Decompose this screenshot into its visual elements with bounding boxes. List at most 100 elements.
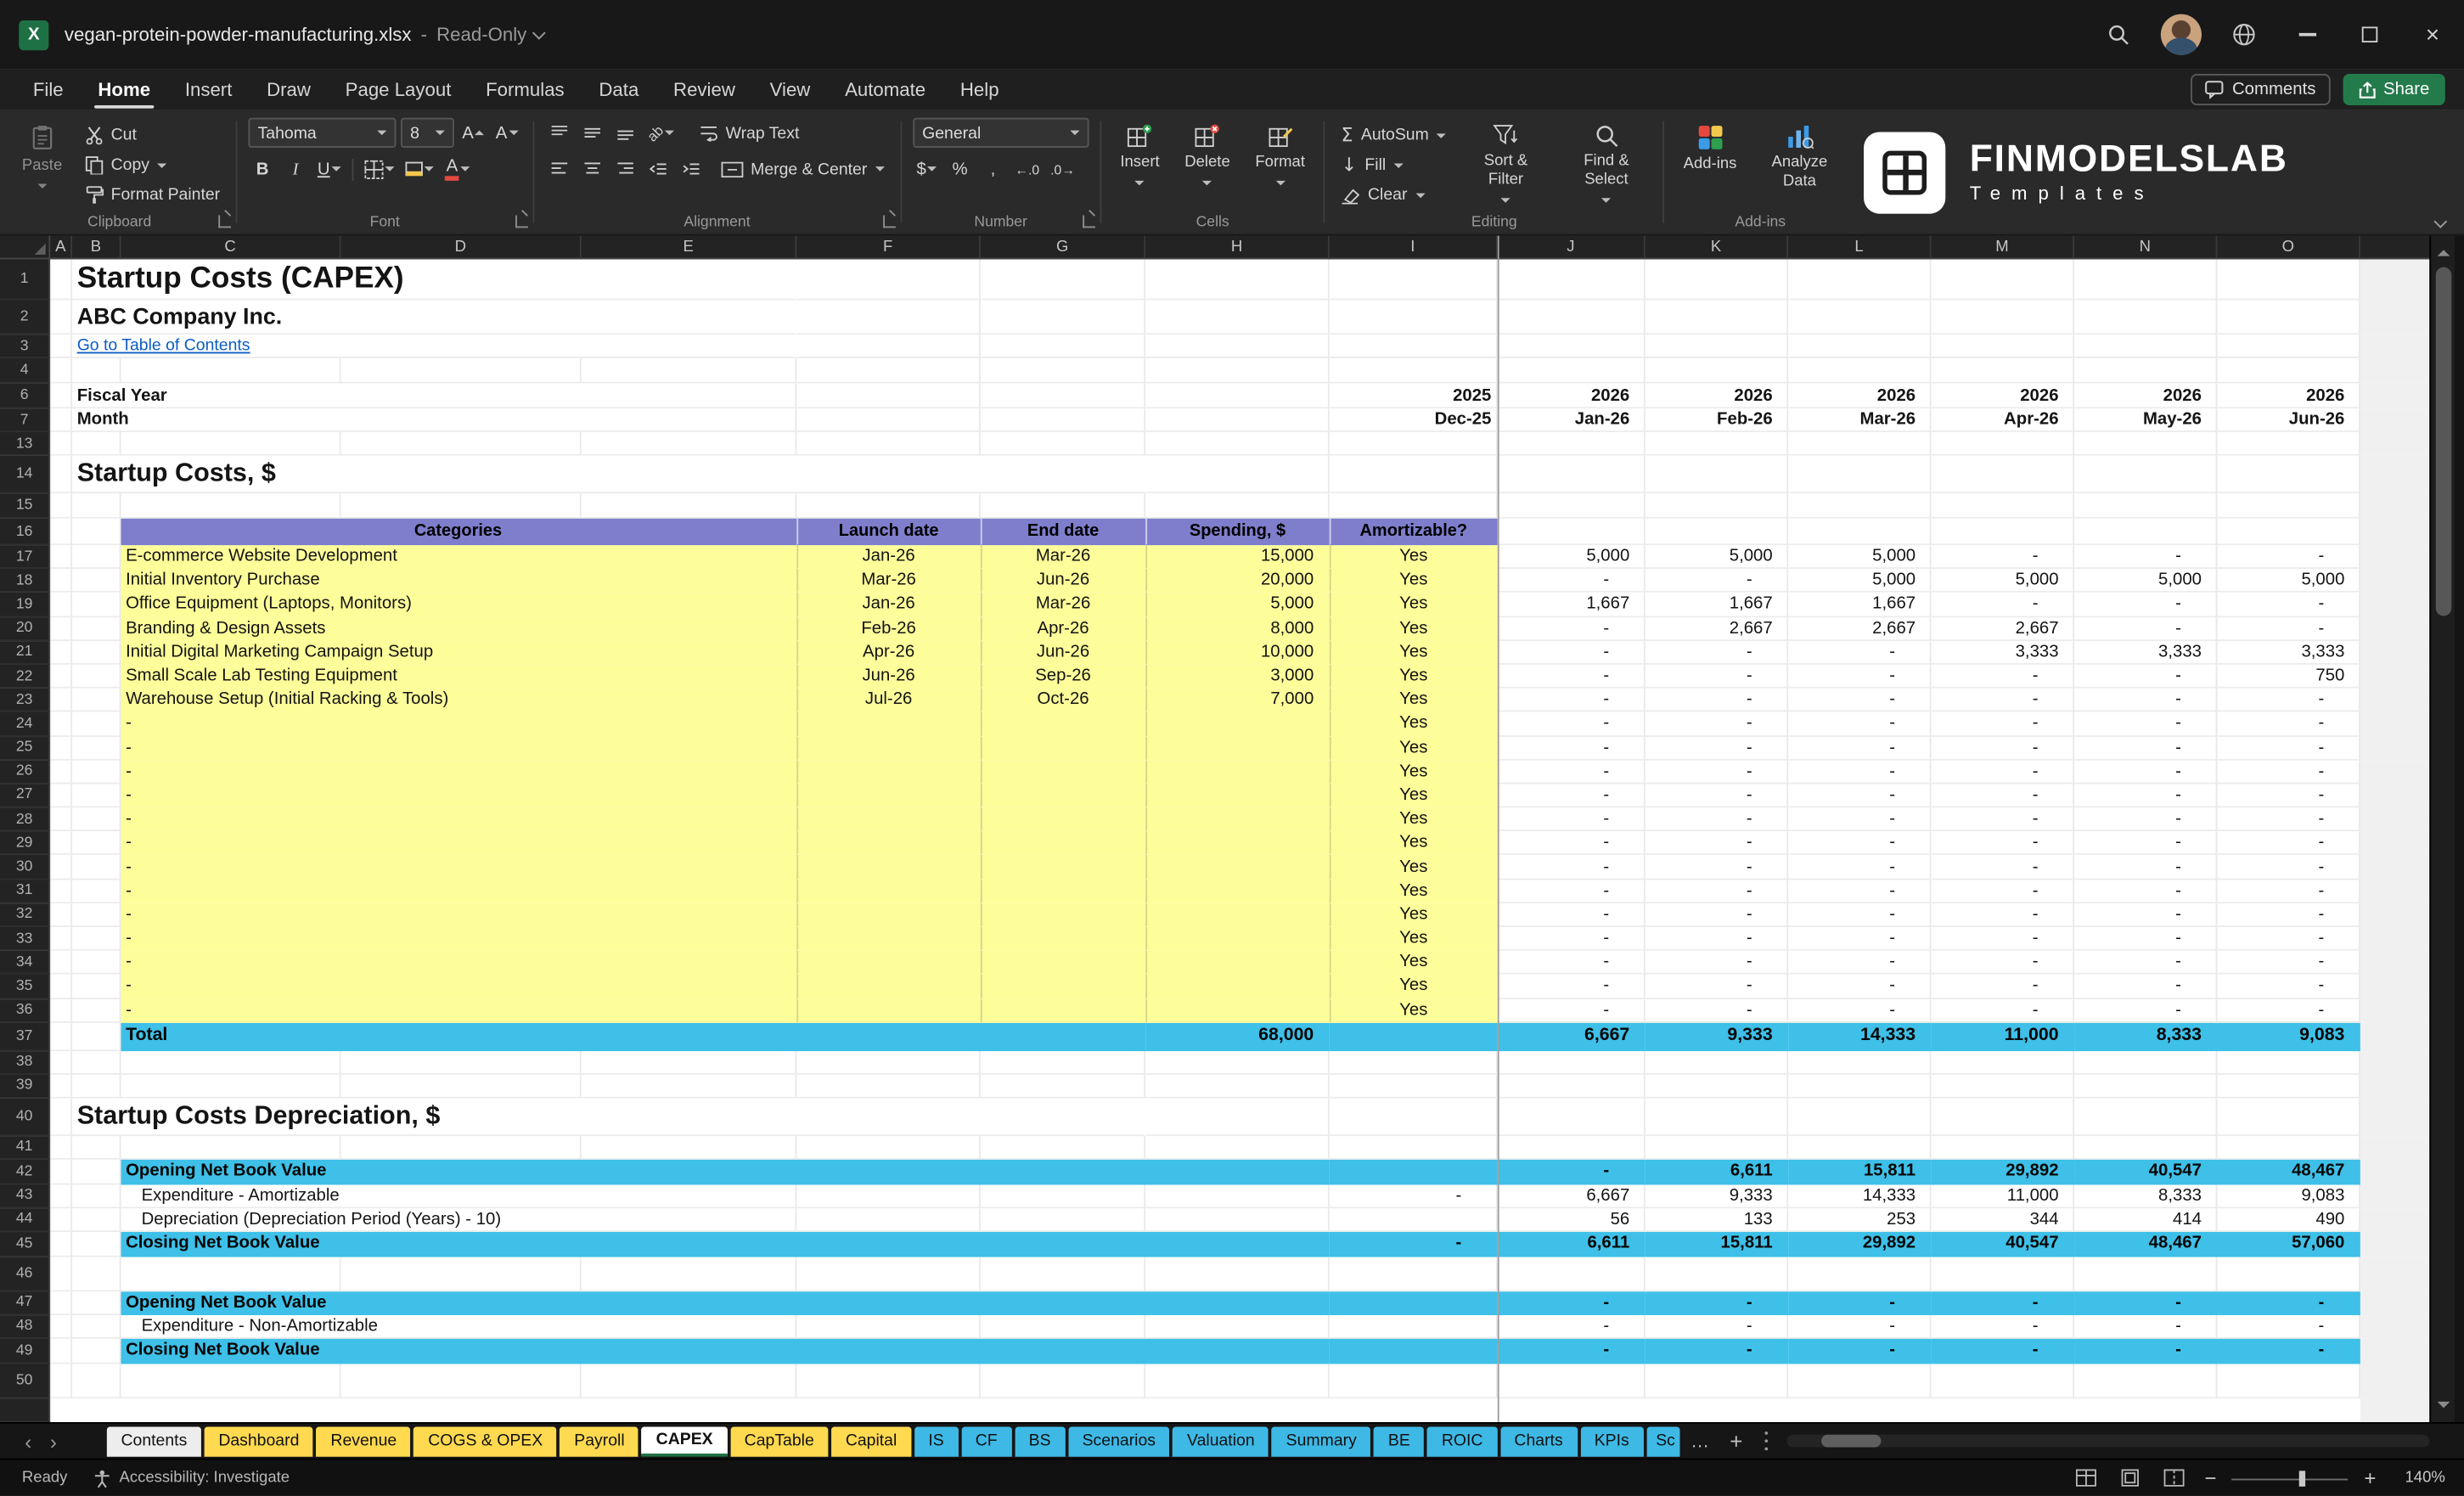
cell-G32[interactable] (980, 903, 1146, 927)
cell-B24[interactable] (72, 711, 121, 737)
cell-N1[interactable] (2074, 259, 2218, 301)
cell-J50[interactable] (1497, 1364, 1645, 1398)
cell-K14[interactable] (1645, 455, 1789, 494)
cell-G27[interactable] (980, 784, 1146, 808)
cell-C33[interactable]: - (121, 926, 797, 952)
cell-J46[interactable] (1497, 1257, 1645, 1291)
cell-F1[interactable] (796, 259, 981, 301)
cell-A4[interactable] (50, 357, 73, 384)
cell-J39[interactable] (1497, 1074, 1645, 1099)
cell-I29[interactable]: Yes (1329, 831, 1498, 856)
cell-M32[interactable]: - (1931, 903, 2075, 927)
cell-F46[interactable] (796, 1257, 981, 1291)
cell-L23[interactable]: - (1788, 688, 1932, 712)
cell-G30[interactable] (980, 855, 1146, 880)
cell-L32[interactable]: - (1788, 903, 1932, 927)
cell-O4[interactable] (2217, 357, 2360, 384)
row-header-13[interactable]: 13 (0, 431, 51, 456)
cell-B22[interactable] (72, 664, 121, 689)
sheet-tab-kpis[interactable]: KPIs (1580, 1426, 1644, 1456)
cell-M34[interactable]: - (1931, 951, 2075, 976)
cell-O19[interactable]: - (2217, 593, 2360, 617)
cell-K25[interactable]: - (1645, 736, 1789, 761)
cell-K20[interactable]: 2,667 (1645, 616, 1789, 641)
cell-M13[interactable] (1931, 431, 2075, 456)
cell-B4[interactable] (72, 357, 121, 384)
cell-J22[interactable]: - (1497, 664, 1645, 689)
cell-B32[interactable] (72, 903, 121, 927)
cell-C18[interactable]: Initial Inventory Purchase (121, 569, 797, 593)
cell-A33[interactable] (50, 926, 73, 952)
cell-K35[interactable]: - (1645, 975, 1789, 999)
cell-I20[interactable]: Yes (1329, 616, 1498, 641)
cell-O16[interactable] (2217, 518, 2360, 546)
cell-I21[interactable]: Yes (1329, 640, 1498, 665)
cell-L13[interactable] (1788, 431, 1932, 456)
cell-F27[interactable] (796, 784, 981, 808)
sheet-tab-payroll[interactable]: Payroll (560, 1426, 639, 1456)
cell-H27[interactable] (1145, 784, 1330, 808)
cell-L45[interactable]: 29,892 (1788, 1231, 1932, 1257)
cell-H29[interactable] (1145, 831, 1330, 856)
cell-M14[interactable] (1931, 455, 2075, 494)
cell-B15[interactable] (72, 493, 121, 519)
col-header-L[interactable]: L (1788, 235, 1932, 260)
page-layout-view-button[interactable] (2117, 1465, 2145, 1491)
cell-H34[interactable] (1145, 951, 1330, 976)
cell-O22[interactable]: 750 (2217, 664, 2360, 689)
col-header-D[interactable]: D (340, 235, 582, 260)
align-bottom-button[interactable] (610, 118, 639, 148)
row-header-39[interactable]: 39 (0, 1074, 51, 1099)
cell-O31[interactable]: - (2217, 879, 2360, 903)
cell-C48[interactable]: Expenditure - Non-Amortizable (121, 1314, 797, 1339)
cell-K40[interactable] (1645, 1098, 1789, 1136)
cell-J17[interactable]: 5,000 (1497, 545, 1645, 570)
cell-N19[interactable]: - (2074, 593, 2218, 617)
cell-N28[interactable]: - (2074, 807, 2218, 832)
select-all-corner[interactable] (0, 235, 51, 260)
cell-N6[interactable]: 2026 (2074, 383, 2218, 409)
borders-button[interactable] (362, 154, 398, 183)
row-header-31[interactable]: 31 (0, 879, 51, 903)
cell-H31[interactable] (1145, 879, 1330, 903)
cell-O29[interactable]: - (2217, 831, 2360, 856)
sheet-tab-roic[interactable]: ROIC (1427, 1426, 1498, 1456)
row-header-27[interactable]: 27 (0, 784, 51, 808)
cell-A26[interactable] (50, 760, 73, 785)
cell-A31[interactable] (50, 879, 73, 903)
cell-E4[interactable] (581, 357, 797, 384)
sheet-tab-valuation[interactable]: Valuation (1173, 1426, 1269, 1456)
cell-K26[interactable]: - (1645, 760, 1789, 785)
row-header-37[interactable]: 37 (0, 1022, 51, 1051)
zoom-out-button[interactable]: − (2204, 1468, 2216, 1488)
table-header-categories[interactable]: Categories (121, 518, 797, 546)
cell-L24[interactable]: - (1788, 711, 1932, 737)
cell-N45[interactable]: 48,467 (2074, 1231, 2218, 1257)
cell-F23[interactable]: Jul-26 (796, 688, 981, 712)
cell-L22[interactable]: - (1788, 664, 1932, 689)
row-header-35[interactable]: 35 (0, 975, 51, 999)
sheet-tab-dashboard[interactable]: Dashboard (204, 1426, 314, 1456)
cell-A50[interactable] (50, 1364, 73, 1398)
cell-G1[interactable] (980, 259, 1146, 301)
row-header-14[interactable]: 14 (0, 455, 51, 494)
row-header-43[interactable]: 43 (0, 1184, 51, 1208)
total-row-label[interactable]: Total (121, 1022, 1146, 1051)
cell-D50[interactable] (340, 1364, 582, 1398)
normal-view-button[interactable] (2073, 1465, 2101, 1491)
wrap-text-button[interactable]: Wrap Text (695, 119, 804, 147)
cell-G3[interactable] (980, 335, 1146, 358)
cell-K13[interactable] (1645, 431, 1789, 456)
cell-B48[interactable] (72, 1314, 121, 1339)
cell-J44[interactable]: 56 (1497, 1207, 1645, 1232)
cell-H38[interactable] (1145, 1050, 1330, 1075)
cell-L36[interactable]: - (1788, 998, 1932, 1023)
cell-C34[interactable]: - (121, 951, 797, 976)
cell-I44[interactable] (1329, 1207, 1498, 1232)
cell-M40[interactable] (1931, 1098, 2075, 1136)
cell-C47[interactable]: Opening Net Book Value (121, 1291, 1330, 1315)
cell-B45[interactable] (72, 1231, 121, 1257)
cell-A17[interactable] (50, 545, 73, 570)
cell-K47[interactable]: - (1645, 1291, 1789, 1315)
table-header-spending[interactable]: Spending, $ (1145, 518, 1330, 546)
